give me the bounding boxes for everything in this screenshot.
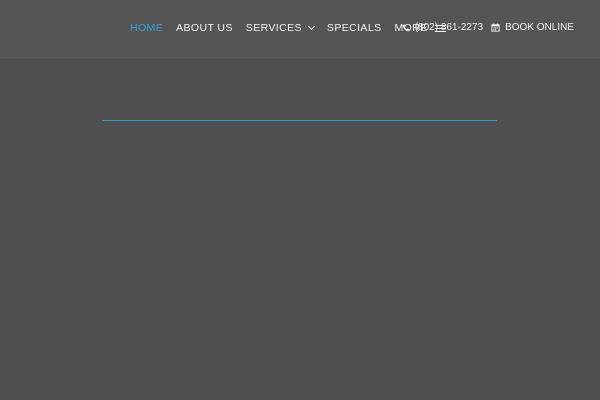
nav-specials-label: SPECIALS [326, 22, 382, 34]
accent-divider [102, 120, 497, 121]
header-contact: (802) 861-2273 BOOK ONLINE [395, 22, 574, 33]
phone-link[interactable]: (802) 861-2273 [402, 22, 483, 33]
nav-about-us-label: ABOUT US [176, 22, 233, 34]
calendar-icon [491, 23, 500, 32]
book-online-label: BOOK ONLINE [505, 22, 574, 33]
nav-home-label: HOME [130, 22, 164, 34]
nav-about-us[interactable]: ABOUT US [176, 22, 233, 34]
nav-services-label: SERVICES [245, 22, 302, 34]
page: HOME ABOUT US SERVICES SPECIALS MORE (80… [0, 0, 600, 400]
phone-icon [402, 24, 410, 31]
phone-number: (802) 861-2273 [414, 22, 484, 33]
nav-specials[interactable]: SPECIALS [327, 22, 382, 34]
nav-home[interactable]: HOME [130, 22, 163, 34]
chevron-down-icon [307, 22, 315, 31]
header-bar: HOME ABOUT US SERVICES SPECIALS MORE (80… [0, 0, 600, 59]
nav-services[interactable]: SERVICES [245, 22, 315, 34]
book-online-button[interactable]: BOOK ONLINE [491, 22, 574, 33]
